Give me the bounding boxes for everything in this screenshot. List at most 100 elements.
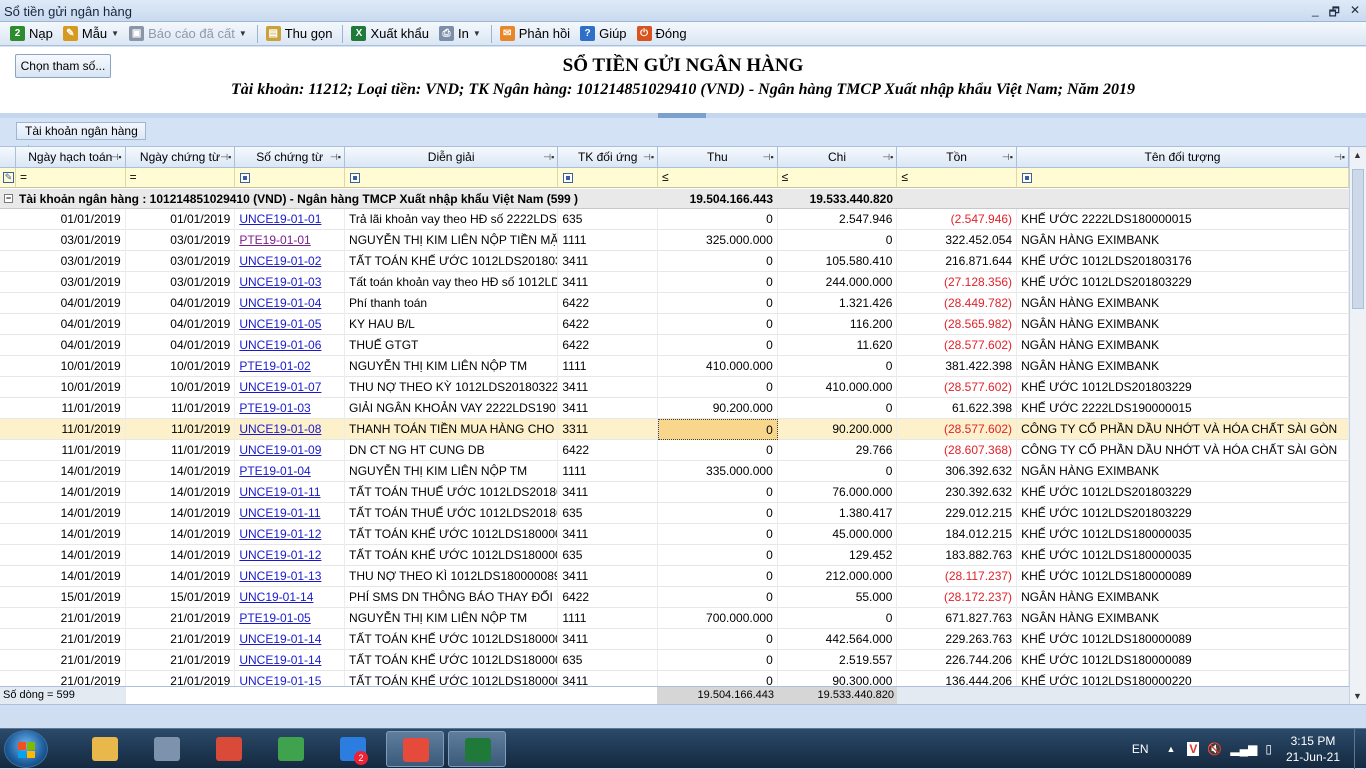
table-row[interactable]: 14/01/2019 14/01/2019 UNCE19-01-12 TẤT TOÁN…	[0, 524, 1349, 545]
table-row[interactable]: 21/01/2019 21/01/2019 PTE19-01-05 NGUYỄN TH…	[0, 608, 1349, 629]
table-row[interactable]: 04/01/2019 04/01/2019 UNCE19-01-04 Phí than…	[0, 293, 1349, 314]
table-row[interactable]: 03/01/2019 03/01/2019 UNCE19-01-02 TẤT TOÁN…	[0, 251, 1349, 272]
scroll-up-icon[interactable]: ▲	[1353, 150, 1362, 160]
table-row[interactable]: 01/01/2019 01/01/2019 UNCE19-01-01 Trả lãi …	[0, 209, 1349, 230]
filter-condition-icon[interactable]	[563, 173, 574, 183]
battery-icon[interactable]: ▯	[1265, 742, 1272, 756]
col-thu-filter[interactable]: ≤	[658, 168, 778, 188]
table-row[interactable]: 21/01/2019 21/01/2019 UNCE19-01-14 TẤT TOÁN…	[0, 650, 1349, 671]
volume-muted-icon[interactable]: 🔇	[1207, 742, 1222, 756]
col-so-chung-tu-cell[interactable]: UNCE19-01-12	[235, 545, 346, 566]
start-button[interactable]	[4, 730, 48, 768]
col-so-chung-tu-cell[interactable]: UNCE19-01-09	[235, 440, 346, 461]
filter-operator[interactable]: ≤	[782, 170, 789, 184]
language-indicator[interactable]: EN	[1132, 742, 1149, 756]
col-so-chung-tu-cell[interactable]: PTE19-01-03	[235, 398, 346, 419]
col-thu-header[interactable]: Thu ⊣▪	[658, 147, 778, 168]
col-ngay-chung-tu-header[interactable]: Ngày chứng từ ⊣▪	[125, 147, 236, 168]
filter-condition-icon[interactable]	[349, 173, 360, 183]
filter-editor-icon[interactable]: ✎	[0, 168, 16, 188]
tray-expand-icon[interactable]: ▲	[1166, 744, 1175, 754]
filter-condition-icon[interactable]	[240, 173, 251, 183]
col-so-chung-tu-cell[interactable]: UNCE19-01-11	[235, 503, 346, 524]
col-so-chung-tu-cell[interactable]: UNCE19-01-14	[235, 650, 346, 671]
table-row[interactable]: 15/01/2019 15/01/2019 UNC19-01-14 PHÍ SMS D…	[0, 587, 1349, 608]
col-tk-doi-ung-header[interactable]: TK đối ứng ⊣▪	[558, 147, 659, 168]
toolbar-printer-button[interactable]: ⎙ In ▼	[438, 26, 481, 41]
toolbar-mail-button[interactable]: ✉ Phản hồi	[499, 26, 570, 41]
restore-button[interactable]: 🗗	[1329, 3, 1340, 24]
col-so-chung-tu-cell[interactable]: UNCE19-01-02	[235, 251, 346, 272]
taskbar-excel-button[interactable]	[448, 731, 506, 767]
toolbar-collapse-button[interactable]: ▤ Thu gọn	[265, 26, 332, 41]
toolbar-template-button[interactable]: ✎ Mẫu ▼	[62, 26, 119, 41]
col-so-chung-tu-cell[interactable]: UNCE19-01-13	[235, 566, 346, 587]
col-so-chung-tu-cell[interactable]: UNCE19-01-08	[235, 419, 346, 440]
col-so-chung-tu-cell[interactable]: UNC19-01-14	[235, 587, 346, 608]
filter-operator[interactable]: =	[130, 170, 137, 184]
filter-operator[interactable]: ≤	[901, 170, 908, 184]
col-so-chung-tu-cell[interactable]: UNCE19-01-12	[235, 524, 346, 545]
table-row[interactable]: 04/01/2019 04/01/2019 UNCE19-01-05 KY HAU B…	[0, 314, 1349, 335]
pin-icon[interactable]: ⊣▪	[543, 147, 554, 167]
col-so-chung-tu-cell[interactable]: UNCE19-01-14	[235, 629, 346, 650]
taskbar-explorer-button[interactable]	[76, 731, 134, 767]
col-so-chung-tu-cell[interactable]: PTE19-01-04	[235, 461, 346, 482]
col-so-chung-tu-filter[interactable]	[235, 168, 345, 188]
col-so-chung-tu-cell[interactable]: UNCE19-01-01	[235, 209, 346, 230]
dropdown-arrow-icon[interactable]: ▼	[111, 29, 119, 38]
col-chi-filter[interactable]: ≤	[777, 168, 898, 188]
col-ngay-chung-tu-filter[interactable]: =	[125, 168, 236, 188]
taskbar-chrome-button[interactable]	[200, 731, 258, 767]
signal-icon[interactable]: ▂▄▆	[1230, 742, 1257, 756]
col-ton-filter[interactable]: ≤	[897, 168, 1017, 188]
table-row[interactable]: 14/01/2019 14/01/2019 PTE19-01-04 NGUYỄN TH…	[0, 461, 1349, 482]
col-so-chung-tu-cell[interactable]: UNCE19-01-03	[235, 272, 346, 293]
filter-operator[interactable]: =	[20, 170, 27, 184]
table-row[interactable]: 14/01/2019 14/01/2019 UNCE19-01-11 TẤT TOÁN…	[0, 503, 1349, 524]
pin-icon[interactable]: ⊣▪	[882, 147, 893, 167]
col-so-chung-tu-header[interactable]: Số chứng từ ⊣▪	[235, 147, 345, 168]
table-row[interactable]: 11/01/2019 11/01/2019 PTE19-01-03 GIẢI NGÂN…	[0, 398, 1349, 419]
table-row[interactable]: 10/01/2019 10/01/2019 UNCE19-01-07 THU NỢ T…	[0, 377, 1349, 398]
taskbar-calculator-button[interactable]	[138, 731, 196, 767]
dropdown-arrow-icon[interactable]: ▼	[473, 29, 481, 38]
col-ten-doi-tuong-filter[interactable]	[1016, 168, 1349, 188]
col-chi-header[interactable]: Chi ⊣▪	[777, 147, 898, 168]
close-window-button[interactable]: ✕	[1350, 3, 1360, 24]
toolbar-refresh-button[interactable]: 2 Nạp	[10, 26, 53, 41]
col-so-chung-tu-cell[interactable]: UNCE19-01-04	[235, 293, 346, 314]
col-so-chung-tu-cell[interactable]: PTE19-01-01	[235, 230, 346, 251]
col-so-chung-tu-cell[interactable]: UNCE19-01-05	[235, 314, 346, 335]
pin-icon[interactable]: ⊣▪	[220, 147, 231, 167]
scroll-thumb[interactable]	[1352, 169, 1364, 309]
pin-icon[interactable]: ⊣▪	[1002, 147, 1013, 167]
col-so-chung-tu-cell[interactable]: PTE19-01-02	[235, 356, 346, 377]
toolbar-help-button[interactable]: ? Giúp	[580, 26, 627, 41]
table-row[interactable]: 14/01/2019 14/01/2019 UNCE19-01-12 TẤT TOÁN…	[0, 545, 1349, 566]
collapse-group-icon[interactable]: −	[4, 194, 13, 203]
group-row[interactable]: − Tài khoản ngân hàng : 101214851029410 …	[0, 189, 1349, 209]
antivirus-icon[interactable]: V	[1187, 742, 1200, 756]
col-ton-header[interactable]: Tồn ⊣▪	[897, 147, 1017, 168]
table-row[interactable]: 21/01/2019 21/01/2019 UNCE19-01-14 TẤT TOÁN…	[0, 629, 1349, 650]
table-row[interactable]: 14/01/2019 14/01/2019 UNCE19-01-13 THU NỢ T…	[0, 566, 1349, 587]
col-dien-giai-filter[interactable]	[344, 168, 559, 188]
col-so-chung-tu-cell[interactable]: UNCE19-01-11	[235, 482, 346, 503]
table-row[interactable]: 10/01/2019 10/01/2019 PTE19-01-02 NGUYỄN TH…	[0, 356, 1349, 377]
pin-icon[interactable]: ⊣▪	[643, 147, 654, 167]
toolbar-close-button[interactable]: ⏻ Đóng	[636, 26, 687, 41]
col-so-chung-tu-cell[interactable]: PTE19-01-05	[235, 608, 346, 629]
table-row[interactable]: 04/01/2019 04/01/2019 UNCE19-01-06 THUẾ GTG…	[0, 335, 1349, 356]
col-so-chung-tu-cell[interactable]: UNCE19-01-07	[235, 377, 346, 398]
table-row[interactable]: 03/01/2019 03/01/2019 PTE19-01-01 NGUYỄN TH…	[0, 230, 1349, 251]
pin-icon[interactable]: ⊣▪	[111, 147, 122, 167]
filter-operator[interactable]: ≤	[662, 170, 669, 184]
table-row[interactable]: 14/01/2019 14/01/2019 UNCE19-01-11 TẤT TOÁN…	[0, 482, 1349, 503]
table-row[interactable]: 11/01/2019 11/01/2019 UNCE19-01-09 DN CT NG…	[0, 440, 1349, 461]
table-row[interactable]: 11/01/2019 11/01/2019 UNCE19-01-08 THANH TO…	[0, 419, 1349, 440]
col-dien-giai-header[interactable]: Diễn giải ⊣▪	[344, 147, 559, 168]
col-ngay-hach-toan-header[interactable]: Ngày hạch toán ⊣▪	[15, 147, 126, 168]
minimize-button[interactable]: _	[1312, 3, 1319, 24]
toolbar-excel-button[interactable]: X Xuất khẩu	[351, 26, 429, 41]
